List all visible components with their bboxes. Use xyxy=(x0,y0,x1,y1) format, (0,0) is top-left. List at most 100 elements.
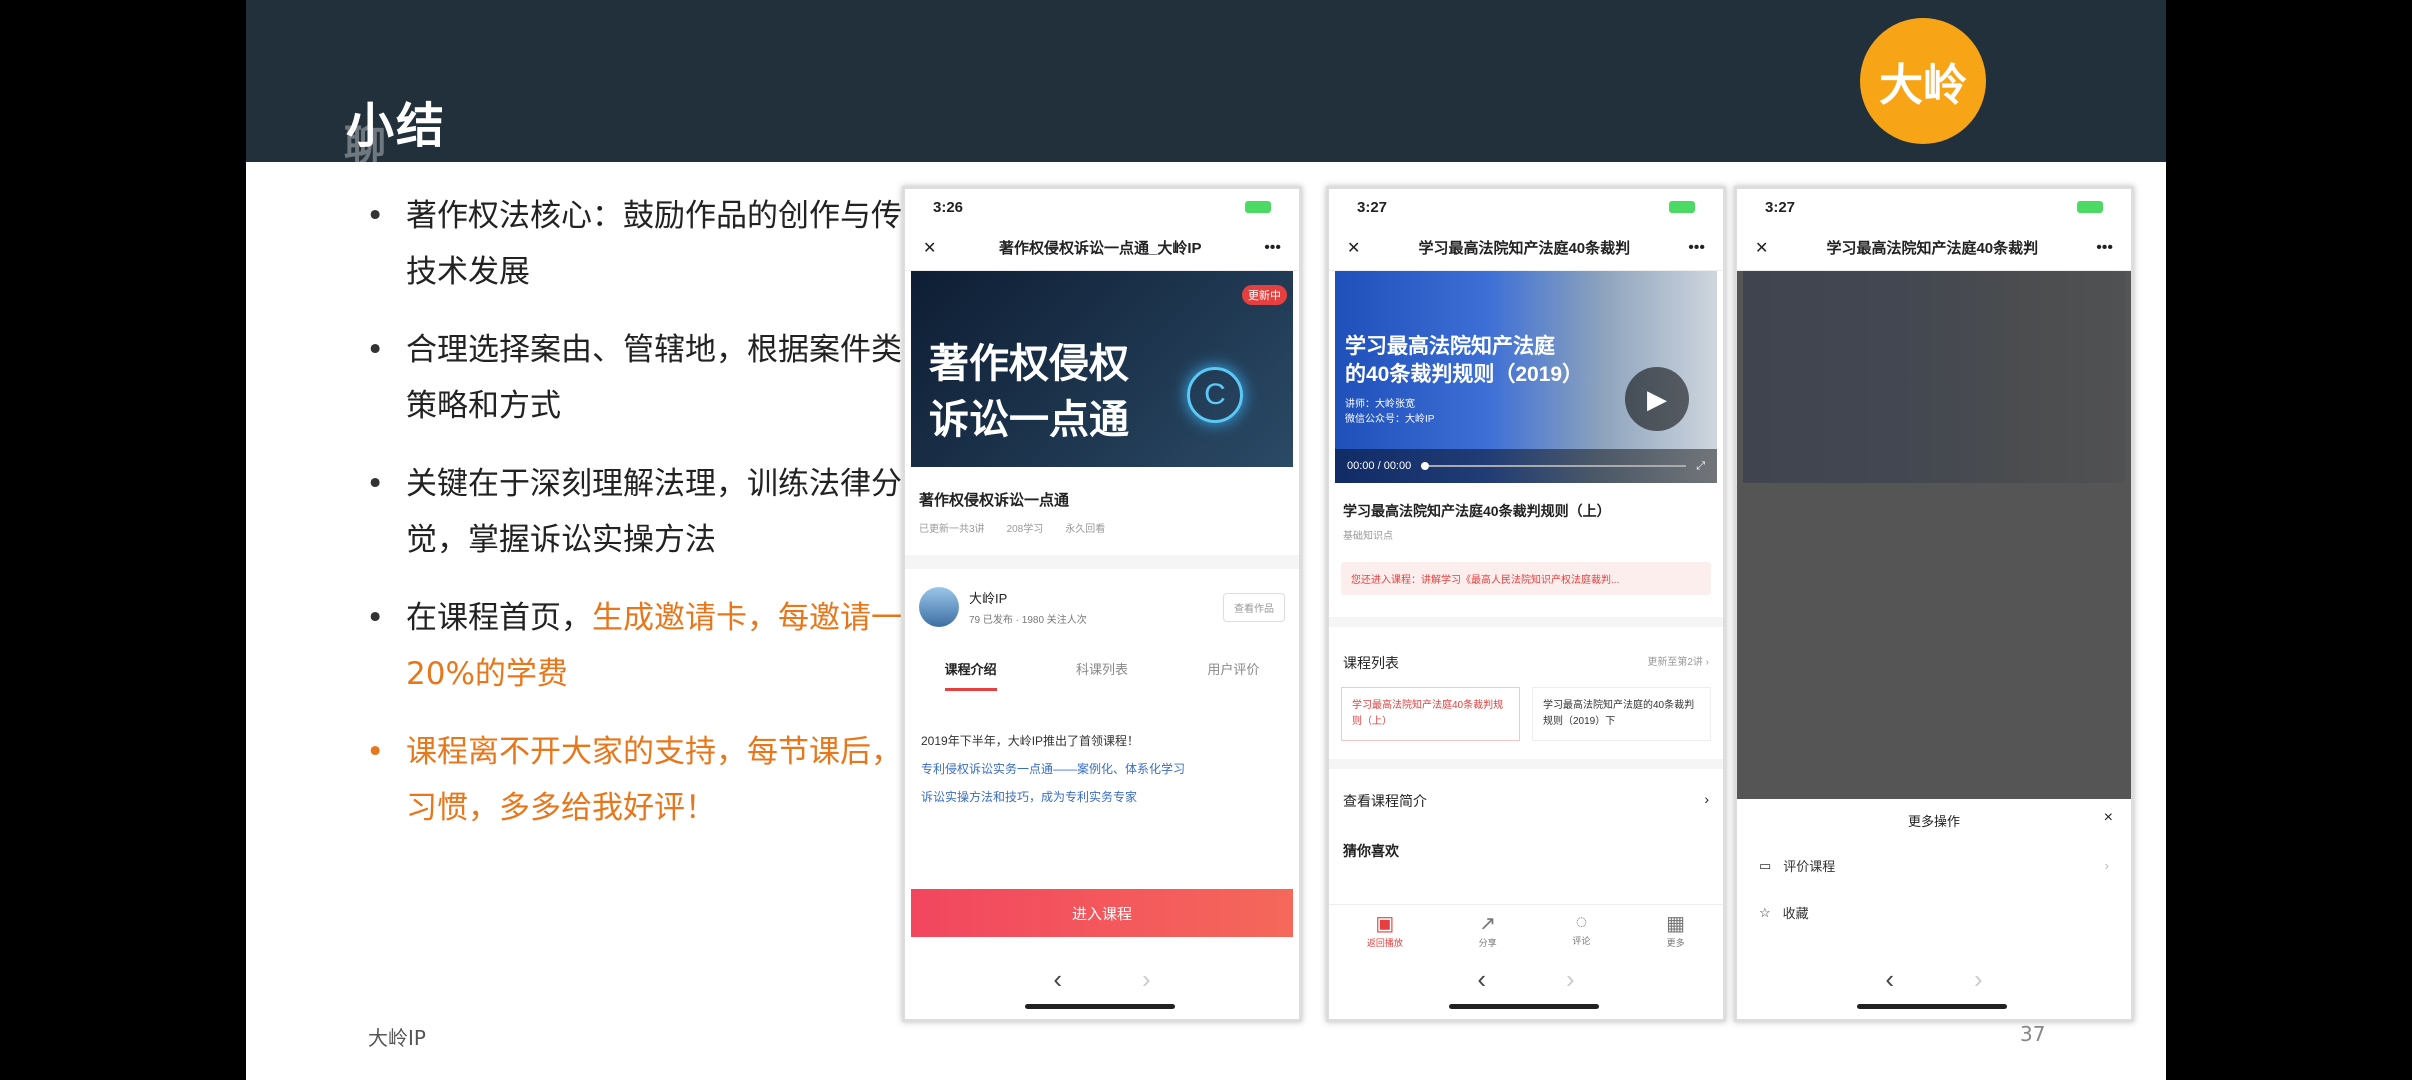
phone-screenshot-more-actions: 3:27 ✕ 学习最高法院知产法庭40条裁判 ••• 更多操作 × ▭ 评价课程… xyxy=(1734,186,2134,1022)
desc-line: 诉讼实操方法和技巧，成为专利实务专家 xyxy=(921,790,1138,804)
favorite-item[interactable]: ☆ 收藏 xyxy=(1737,889,2131,936)
nav-item-comment[interactable]: ◌ 评论 xyxy=(1572,911,1590,949)
slide-header: 聊 小结 大岭 xyxy=(246,0,2166,170)
meta-item: 已更新一共3讲 xyxy=(919,524,985,535)
status-time: 3:27 xyxy=(1765,198,1796,216)
section-label: 课程列表 xyxy=(1343,655,1399,671)
page-number: 37 xyxy=(2020,1022,2046,1046)
avatar xyxy=(919,587,959,627)
meta-item: 永久回看 xyxy=(1065,524,1106,535)
close-icon[interactable]: ✕ xyxy=(1347,238,1360,258)
grid-icon: ▦ xyxy=(1666,913,1686,935)
slide: 聊 小结 大岭 • 著作权法核心：鼓励作品的创作与传播；需要适应技术发展 • 合理选… xyxy=(246,0,2166,1080)
status-time: 3:26 xyxy=(933,198,964,216)
back-arrow-icon[interactable]: ‹ xyxy=(1885,964,1894,995)
section-more[interactable]: 更新至第2讲 › xyxy=(1647,653,1709,673)
sheet-item-label: 评价课程 xyxy=(1783,859,1836,874)
battery-icon xyxy=(2077,201,2103,213)
author-stats: 79 已发布 · 1980 关注人次 xyxy=(969,615,1087,626)
chevron-right-icon: › xyxy=(2104,858,2109,873)
action-sheet-title: 更多操作 xyxy=(1907,814,1960,829)
tab-intro[interactable]: 课程介绍 xyxy=(944,659,997,691)
back-arrow-icon[interactable]: ‹ xyxy=(1477,964,1486,995)
more-icon[interactable]: ••• xyxy=(1264,239,1281,257)
action-sheet-header: 更多操作 × xyxy=(1737,799,2131,842)
course-intro-row[interactable]: 查看课程简介 › xyxy=(1329,759,1723,833)
star-icon: ☆ xyxy=(1759,904,1771,920)
status-time: 3:27 xyxy=(1357,198,1388,216)
browser-nav: ‹ › xyxy=(905,964,1299,995)
section-label: 猜你喜欢 xyxy=(1343,843,1399,859)
browser-nav: ‹ › xyxy=(1737,964,2131,995)
page-title: 学习最高法院知产法庭40条裁判 xyxy=(1418,240,1631,257)
phone-screenshot-lesson: 3:27 ✕ 学习最高法院知产法庭40条裁判 ••• 学习最高法院知产法庭的40… xyxy=(1326,186,1726,1022)
video-player[interactable]: 学习最高法院知产法庭的40条裁判规则（2019） 讲师：大岭张宽 微信公众号：大… xyxy=(1335,271,1717,483)
copyright-icon: C xyxy=(1187,367,1243,423)
page-title: 著作权侵权诉讼一点通_大岭IP xyxy=(999,240,1202,257)
chevron-right-icon: › xyxy=(1704,791,1709,807)
status-bar: 3:26 xyxy=(905,189,1299,225)
bottom-nav: ▣ 返回播放 ↗ 分享 ◌ 评论 ▦ 更多 xyxy=(1329,904,1723,949)
comment-icon: ◌ xyxy=(1575,911,1588,933)
top-bar: ✕ 著作权侵权诉讼一点通_大岭IP ••• xyxy=(905,225,1299,271)
lesson-card[interactable]: 学习最高法院知产法庭的40条裁判规则（2019）下 xyxy=(1532,687,1711,741)
slide-title: 小结 xyxy=(346,98,447,154)
notice-banner[interactable]: 您还进入课程：讲解学习《最高人民法院知识产权法庭裁判... xyxy=(1341,562,1711,595)
top-bar: ✕ 学习最高法院知产法庭40条裁判 ••• xyxy=(1737,225,2131,271)
banner-subline: 微信公众号：大岭IP xyxy=(1345,414,1435,425)
nav-label: 评论 xyxy=(1572,936,1591,946)
back-arrow-icon[interactable]: ‹ xyxy=(1053,964,1062,995)
close-icon[interactable]: ✕ xyxy=(923,238,936,258)
share-icon: ↗ xyxy=(1479,913,1497,935)
more-icon[interactable]: ••• xyxy=(1688,239,1705,257)
fullscreen-icon[interactable]: ⤢ xyxy=(1696,460,1705,473)
lesson-cards: 学习最高法院知产法庭40条裁判规则（上） 学习最高法院知产法庭的40条裁判规则（… xyxy=(1329,683,1723,745)
home-indicator xyxy=(1449,1004,1599,1009)
nav-item-playback[interactable]: ▣ 返回播放 xyxy=(1367,911,1403,949)
course-description: 2019年下半年，大岭IP推出了首领课程！ 专利侵权诉讼实务一点通——案例化、体… xyxy=(905,697,1299,811)
banner-line: 著作权侵权 xyxy=(929,342,1129,386)
nav-label: 返回播放 xyxy=(1366,938,1403,948)
tab-bar: 课程介绍 科课列表 用户评价 xyxy=(905,645,1299,697)
footer-brand: 大岭IP xyxy=(368,1026,426,1050)
tab-reviews[interactable]: 用户评价 xyxy=(1207,659,1259,691)
course-meta: 已更新一共3讲 208学习 永久回看 xyxy=(905,520,1299,535)
video-controls: 00:00 / 00:00 ⤢ xyxy=(1335,449,1717,483)
status-bar: 3:27 xyxy=(1737,189,2131,225)
page-title: 学习最高法院知产法庭40条裁判 xyxy=(1826,240,2039,257)
play-icon[interactable]: ▶ xyxy=(1625,367,1689,431)
modal-overlay[interactable] xyxy=(1737,271,2131,799)
nav-item-more[interactable]: ▦ 更多 xyxy=(1666,911,1685,949)
rate-course-item[interactable]: ▭ 评价课程 › xyxy=(1737,842,2131,889)
status-badge: 更新中 xyxy=(1242,285,1287,305)
author-row[interactable]: 大岭IP 79 已发布 · 1980 关注人次 查看作品 xyxy=(905,569,1299,645)
banner-subline: 讲师：大岭张宽 xyxy=(1345,399,1415,410)
bullet-text: 在课程首页， xyxy=(406,600,592,636)
more-icon[interactable]: ••• xyxy=(2096,239,2113,257)
enter-course-button[interactable]: 进入课程 xyxy=(911,889,1293,937)
nav-item-share[interactable]: ↗ 分享 xyxy=(1479,911,1497,949)
row-label: 查看课程简介 xyxy=(1343,793,1427,809)
forward-arrow-icon[interactable]: › xyxy=(1566,964,1575,995)
lesson-card[interactable]: 学习最高法院知产法庭40条裁判规则（上） xyxy=(1341,687,1520,741)
nav-label: 更多 xyxy=(1666,938,1685,948)
tab-list[interactable]: 科课列表 xyxy=(1076,659,1128,691)
comment-icon: ▭ xyxy=(1759,857,1772,873)
course-title: 著作权侵权诉讼一点通 xyxy=(919,492,1070,509)
forward-arrow-icon[interactable]: › xyxy=(1142,964,1151,995)
view-works-button[interactable]: 查看作品 xyxy=(1223,592,1285,622)
course-list-header[interactable]: 课程列表 更新至第2讲 › xyxy=(1329,617,1723,683)
play-box-icon: ▣ xyxy=(1375,913,1395,935)
close-icon[interactable]: × xyxy=(2104,809,2113,827)
battery-icon xyxy=(1245,201,1271,213)
forward-arrow-icon[interactable]: › xyxy=(1974,964,1983,995)
status-bar: 3:27 xyxy=(1329,189,1723,225)
banner-subtitle: 讲师：大岭张宽 微信公众号：大岭IP xyxy=(1345,397,1434,427)
top-bar: ✕ 学习最高法院知产法庭40条裁判 ••• xyxy=(1329,225,1723,271)
close-icon[interactable]: ✕ xyxy=(1755,238,1768,258)
home-indicator xyxy=(1857,1004,2007,1009)
lesson-title: 学习最高法院知产法庭40条裁判规则（上） xyxy=(1343,503,1611,519)
sheet-item-label: 收藏 xyxy=(1782,906,1809,921)
meta-item: 208学习 xyxy=(1006,524,1044,535)
video-progress[interactable] xyxy=(1421,462,1687,470)
